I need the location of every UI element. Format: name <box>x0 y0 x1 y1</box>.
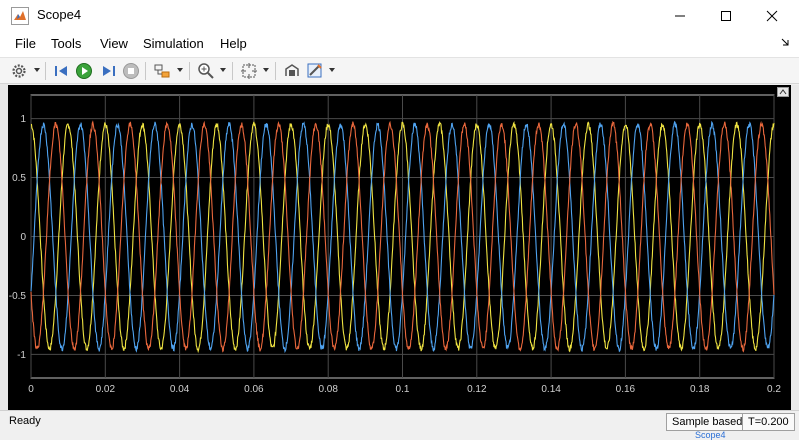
y-tick-label: -1 <box>17 350 26 361</box>
footer-label: Scope4 <box>695 430 726 440</box>
x-tick-label: 0 <box>28 384 34 395</box>
toolbar-separator <box>275 62 276 80</box>
left-edge <box>0 84 8 410</box>
status-ready: Ready <box>9 415 41 427</box>
time-indicator: T=0.200 <box>742 413 795 431</box>
run-icon[interactable] <box>75 62 93 80</box>
step-back-icon[interactable] <box>53 62 71 80</box>
highlight-block-icon[interactable] <box>153 62 171 80</box>
stop-icon[interactable] <box>122 62 140 80</box>
y-tick-label: -0.5 <box>9 291 27 302</box>
scope-plot[interactable]: 0 0.02 0.04 0.06 0.08 0.1 0.12 0.14 0.16 0.18 0.2 -… <box>8 85 791 410</box>
minimize-button[interactable] <box>657 0 703 31</box>
gear-dropdown-icon[interactable] <box>34 68 40 72</box>
fit-dropdown-icon[interactable] <box>263 68 269 72</box>
sample-mode-indicator: Sample based <box>666 413 749 431</box>
undock-button[interactable] <box>777 87 789 97</box>
matlab-icon <box>11 7 29 25</box>
scope-window: Scope4 File Tools View Simulation Help 0… <box>0 0 799 440</box>
zoom-icon[interactable] <box>197 62 215 80</box>
zoom-dropdown-icon[interactable] <box>220 68 226 72</box>
menu-bar: File Tools View Simulation Help <box>0 31 799 57</box>
menu-help[interactable]: Help <box>220 36 247 51</box>
x-tick-label: 0.14 <box>541 384 561 395</box>
undock-icon <box>779 89 787 95</box>
x-tick-label: 0.18 <box>690 384 710 395</box>
maximize-icon <box>721 10 731 21</box>
status-bar: Ready Sample based T=0.200 <box>0 410 799 432</box>
x-tick-label: 0.12 <box>467 384 487 395</box>
y-tick-label: 0.5 <box>12 173 26 184</box>
y-tick-label: 1 <box>20 114 26 125</box>
title-bar: Scope4 <box>0 0 799 31</box>
window-title: Scope4 <box>37 7 82 22</box>
x-tick-label: 0.16 <box>616 384 636 395</box>
menu-tools[interactable]: Tools <box>51 36 81 51</box>
toolbar <box>0 57 799 84</box>
x-tick-label: 0.2 <box>767 384 781 395</box>
menu-simulation[interactable]: Simulation <box>143 36 204 51</box>
scope-display[interactable]: 0 0.02 0.04 0.06 0.08 0.1 0.12 0.14 0.16 0.18 0.2 -… <box>8 85 791 410</box>
toolbar-separator <box>232 62 233 80</box>
menu-file[interactable]: File <box>15 36 36 51</box>
fit-to-view-icon[interactable] <box>240 62 258 80</box>
style-dropdown-icon[interactable] <box>329 68 335 72</box>
menu-view[interactable]: View <box>100 36 128 51</box>
close-icon <box>766 10 778 21</box>
x-tick-label: 0.06 <box>244 384 264 395</box>
corner-arrow-icon[interactable] <box>781 38 789 46</box>
right-edge <box>791 85 799 410</box>
toolbar-separator <box>145 62 146 80</box>
cursor-measurements-icon[interactable] <box>283 62 301 80</box>
x-tick-label: 0.08 <box>318 384 338 395</box>
minimize-icon <box>675 15 685 16</box>
toolbar-separator <box>189 62 190 80</box>
toolbar-separator <box>45 62 46 80</box>
highlight-dropdown-icon[interactable] <box>177 68 183 72</box>
gear-icon[interactable] <box>10 62 28 80</box>
maximize-button[interactable] <box>703 0 749 31</box>
x-tick-label: 0.1 <box>396 384 410 395</box>
y-tick-label: 0 <box>20 232 26 243</box>
style-icon[interactable] <box>306 62 324 80</box>
x-tick-label: 0.04 <box>170 384 190 395</box>
step-forward-icon[interactable] <box>99 62 117 80</box>
x-tick-label: 0.02 <box>96 384 116 395</box>
close-button[interactable] <box>749 0 795 31</box>
